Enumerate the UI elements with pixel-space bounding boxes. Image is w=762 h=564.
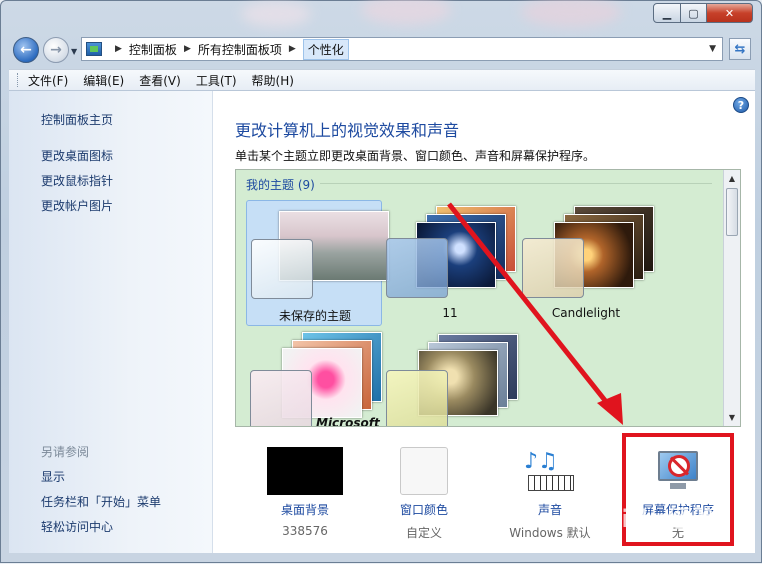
annotation-arrow-line — [447, 202, 617, 415]
baidu-watermark: Baidu经验 — [585, 505, 717, 533]
personalization-window: ▁ ▢ ✕ ← → ▼ ▶ 控制面板 ▶ 所有控制面板项 ▶ 个性化 ▼ ⇆ 文… — [0, 0, 762, 563]
